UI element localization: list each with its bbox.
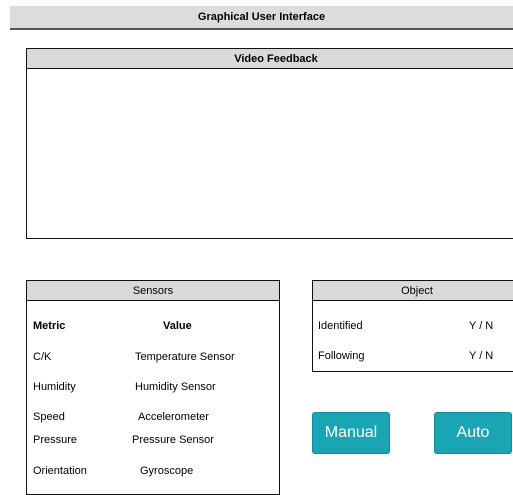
sensors-panel: Sensors Metric Value C/K Temperature Sen… [26, 280, 280, 495]
sensor-value: Humidity Sensor [135, 381, 216, 393]
sensor-metric: Pressure [33, 434, 78, 446]
sensors-header: Sensors [27, 281, 279, 301]
sensor-metric: Speed [33, 411, 65, 423]
object-identified-value: Y / N [469, 320, 494, 332]
manual-button-label: Manual [324, 424, 378, 441]
sensor-metric: Orientation [33, 465, 87, 477]
object-header: Object [313, 281, 513, 301]
auto-button[interactable]: Auto [434, 412, 512, 454]
app-title: Graphical User Interface [197, 11, 326, 23]
sensor-value: Accelerometer [138, 411, 209, 423]
manual-button[interactable]: Manual [312, 412, 390, 454]
object-panel: Object Identified Y / N Following Y / N [312, 280, 513, 372]
app-title-bar: Graphical User Interface [10, 6, 513, 30]
video-feedback-header: Video Feedback [27, 49, 513, 69]
sensor-value: Temperature Sensor [135, 351, 235, 363]
video-feedback-panel: Video Feedback [26, 48, 513, 239]
object-following-label: Following [318, 350, 365, 362]
sensor-value: Pressure Sensor [132, 434, 214, 446]
auto-button-label: Auto [456, 424, 490, 441]
object-title: Object [401, 284, 433, 297]
video-feedback-title: Video Feedback [234, 52, 318, 65]
sensor-metric: Humidity [33, 381, 76, 393]
object-identified-label: Identified [318, 320, 363, 332]
sensors-title: Sensors [132, 284, 174, 297]
sensor-value: Gyroscope [140, 465, 194, 477]
metric-column-header: Metric [33, 320, 66, 332]
video-feed-area [27, 69, 513, 239]
sensor-metric: C/K [33, 351, 52, 363]
value-column-header: Value [163, 320, 192, 332]
object-following-value: Y / N [469, 350, 494, 362]
